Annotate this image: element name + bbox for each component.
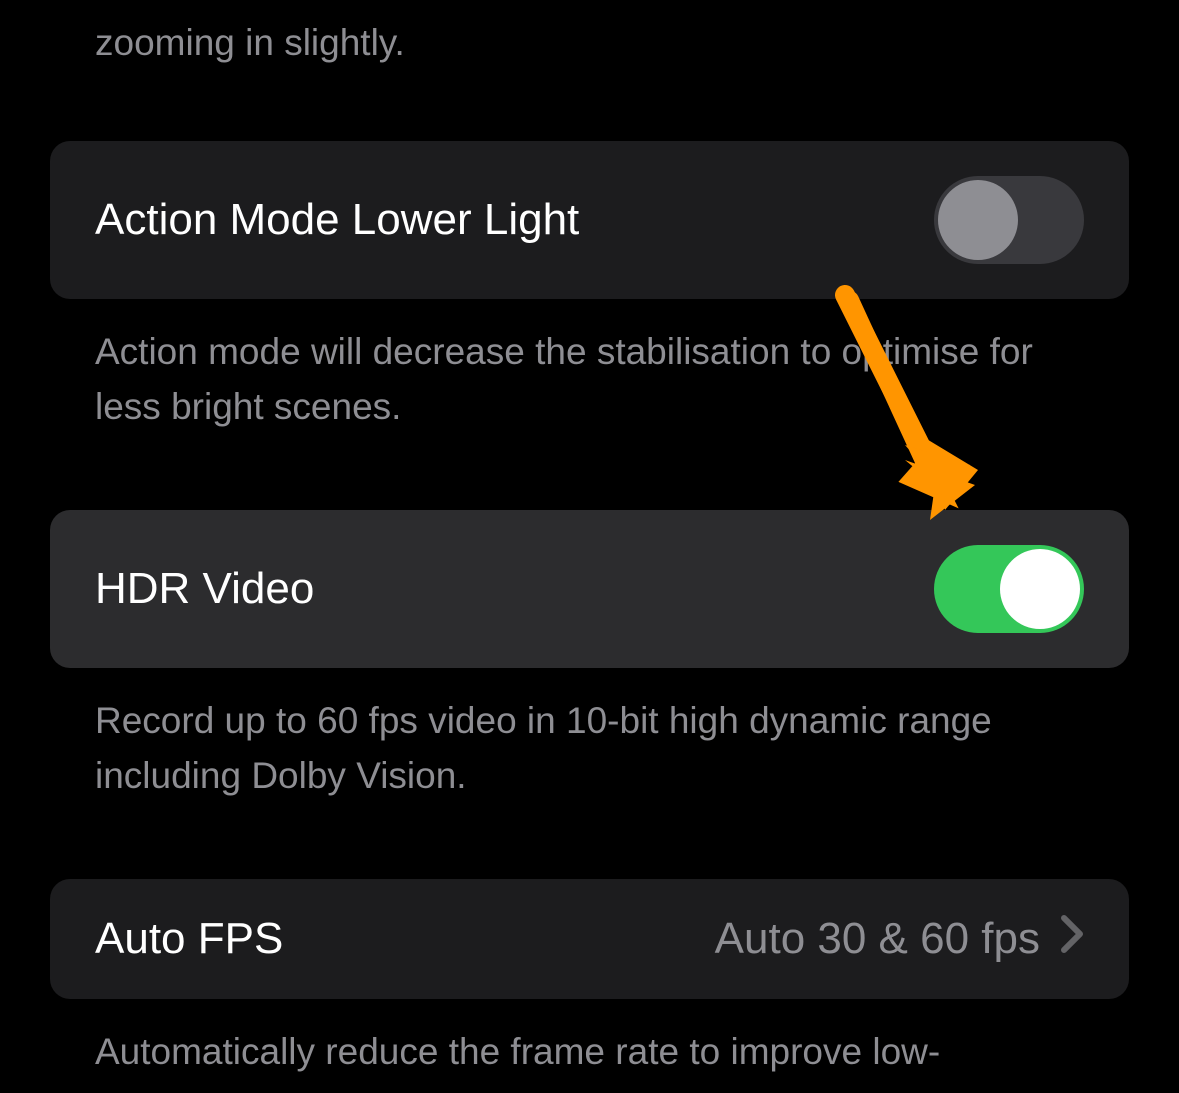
hdr-video-toggle[interactable] bbox=[934, 545, 1084, 633]
top-description-text: zooming in slightly. bbox=[50, 15, 1129, 71]
toggle-knob-icon bbox=[1000, 549, 1080, 629]
hdr-video-description: Record up to 60 fps video in 10-bit high… bbox=[50, 693, 1129, 804]
action-mode-toggle[interactable] bbox=[934, 176, 1084, 264]
auto-fps-description: Automatically reduce the frame rate to i… bbox=[50, 1024, 1129, 1080]
action-mode-label: Action Mode Lower Light bbox=[95, 195, 579, 245]
auto-fps-row[interactable]: Auto FPS Auto 30 & 60 fps bbox=[50, 879, 1129, 999]
action-mode-lower-light-row[interactable]: Action Mode Lower Light bbox=[50, 141, 1129, 299]
auto-fps-value: Auto 30 & 60 fps bbox=[715, 914, 1040, 964]
action-mode-description: Action mode will decrease the stabilisat… bbox=[50, 324, 1129, 435]
chevron-right-icon bbox=[1060, 914, 1084, 964]
toggle-knob-icon bbox=[938, 180, 1018, 260]
hdr-video-row[interactable]: HDR Video bbox=[50, 510, 1129, 668]
hdr-video-label: HDR Video bbox=[95, 564, 314, 614]
auto-fps-label: Auto FPS bbox=[95, 914, 283, 964]
